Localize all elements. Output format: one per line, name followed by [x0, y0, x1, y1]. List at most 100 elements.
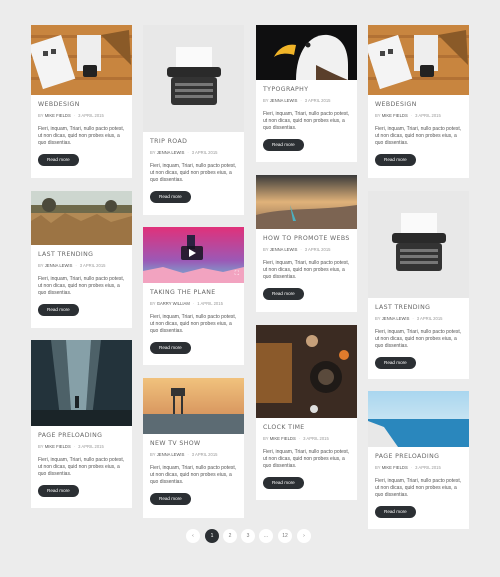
post-author[interactable]: GARRY WILLIAM	[157, 301, 190, 306]
post-card-trip-road[interactable]: TRIP ROAD BY JENNA LEWIS · 3 APRIL 2015 Fi…	[143, 25, 244, 215]
post-author[interactable]: MIKE FIELDS	[382, 113, 408, 118]
post-date: 1 APRIL 2015	[197, 301, 223, 306]
page-12-button[interactable]: 12	[278, 529, 292, 543]
dark-street-image	[31, 340, 132, 426]
prev-page-button[interactable]: ‹	[186, 529, 200, 543]
post-excerpt: Fieri, inquam, Triari, nullo pacto potes…	[375, 478, 462, 499]
post-card-taking-the-plane[interactable]: ⛶ TAKING THE PLANE BY GARRY WILLIAM · 1 AP…	[143, 227, 244, 365]
post-meta: BY JENNA LEWIS · 3 APRIL 2015	[150, 150, 218, 155]
read-more-button[interactable]: Read more	[150, 342, 191, 354]
read-more-button[interactable]: Read more	[150, 493, 191, 505]
post-thumbnail[interactable]	[368, 191, 469, 298]
post-date: 3 APRIL 2015	[415, 113, 441, 118]
post-title[interactable]: NEW TV SHOW	[150, 440, 237, 449]
post-date: 3 APRIL 2015	[416, 316, 443, 321]
post-author[interactable]: MIKE FIELDS	[270, 436, 296, 441]
page-3-button[interactable]: 3	[241, 529, 255, 543]
post-card-webdesign-2[interactable]: WEBDESIGN BY MIKE FIELDS · 3 APRIL 2015 Fi…	[368, 25, 469, 178]
play-button[interactable]	[181, 246, 203, 260]
post-author[interactable]: JENNA LEWIS	[157, 150, 185, 155]
post-title[interactable]: WEBDESIGN	[38, 101, 125, 110]
seaside-image	[368, 391, 469, 447]
post-thumbnail[interactable]	[256, 25, 357, 80]
page-2-button[interactable]: 2	[223, 529, 237, 543]
post-author[interactable]: JENNA LEWIS	[45, 263, 73, 268]
post-meta: BY MIKE FIELDS · 3 APRIL 2015	[375, 113, 441, 118]
post-title[interactable]: WEBDESIGN	[375, 101, 462, 110]
post-author[interactable]: MIKE FIELDS	[45, 444, 71, 449]
pagination-ellipsis: ...	[259, 529, 273, 543]
read-more-button[interactable]: Read more	[375, 154, 416, 166]
wooden-table-image	[256, 325, 357, 418]
post-thumbnail[interactable]	[256, 325, 357, 418]
post-author[interactable]: MIKE FIELDS	[382, 465, 408, 470]
post-thumbnail[interactable]	[31, 191, 132, 245]
post-author[interactable]: JENNA LEWIS	[270, 98, 298, 103]
beach-surfboard-image	[256, 175, 357, 229]
post-meta: BY JENNA LEWIS · 3 APRIL 2015	[38, 263, 106, 268]
post-date: 3 APRIL 2015	[78, 113, 104, 118]
read-more-button[interactable]: Read more	[38, 485, 79, 497]
post-excerpt: Fieri, inquam, Triari, nullo pacto potes…	[38, 126, 125, 147]
typewriter-image	[143, 25, 244, 132]
typewriter-image	[368, 191, 469, 298]
post-title[interactable]: PAGE PRELOADING	[375, 453, 462, 462]
read-more-button[interactable]: Read more	[375, 506, 416, 518]
read-more-button[interactable]: Read more	[375, 357, 416, 369]
post-meta: BY JENNA LEWIS · 3 APRIL 2015	[263, 247, 331, 252]
post-thumbnail[interactable]	[368, 25, 469, 95]
post-card-how-to-promote-website[interactable]: HOW TO PROMOTE WEBSITE? BY JENNA LEWIS·3…	[256, 175, 357, 312]
post-card-typography[interactable]: TYPOGRAPHY BY JENNA LEWIS · 3 APRIL 2015 F…	[256, 25, 357, 162]
post-thumbnail[interactable]	[368, 391, 469, 447]
post-author[interactable]: JENNA LEWIS	[270, 247, 298, 252]
next-page-button[interactable]: ›	[297, 529, 311, 543]
post-excerpt: Fieri, inquam, Triari, nullo pacto potes…	[263, 260, 350, 281]
post-card-last-trending[interactable]: LAST TRENDING BY JENNA LEWIS · 3 APRIL 201…	[31, 191, 132, 328]
post-excerpt: Fieri, inquam, Triari, nullo pacto potes…	[38, 457, 125, 478]
post-meta: BY MIKE FIELDS · 3 APRIL 2015	[263, 436, 329, 441]
post-title[interactable]: LAST TRENDING	[375, 304, 462, 313]
post-title[interactable]: LAST TRENDING	[38, 251, 125, 260]
post-excerpt: Fieri, inquam, Triari, nullo pacto potes…	[375, 329, 462, 350]
post-excerpt: Fieri, inquam, Triari, nullo pacto potes…	[38, 276, 125, 297]
post-card-clock-time[interactable]: CLOCK TIME BY MIKE FIELDS · 3 APRIL 2015 F…	[256, 325, 357, 500]
post-title[interactable]: TAKING THE PLANE	[150, 289, 237, 298]
post-author[interactable]: JENNA LEWIS	[157, 452, 185, 457]
post-thumbnail[interactable]	[143, 25, 244, 132]
post-video-thumbnail[interactable]: ⛶	[143, 227, 244, 283]
read-more-button[interactable]: Read more	[150, 191, 191, 203]
post-thumbnail[interactable]	[31, 340, 132, 426]
post-card-last-trending-2[interactable]: LAST TRENDING BY JENNA LEWIS · 3 APRIL 201…	[368, 191, 469, 379]
read-more-button[interactable]: Read more	[38, 154, 79, 166]
post-card-webdesign[interactable]: WEBDESIGN BY MIKE FIELDS · 3 APRIL 2015 Fi…	[31, 25, 132, 178]
expand-icon[interactable]: ⛶	[235, 271, 239, 278]
post-card-new-tv-show[interactable]: NEW TV SHOW BY JENNA LEWIS · 3 APRIL 2015 …	[143, 378, 244, 518]
post-date: 3 APRIL 2015	[304, 247, 331, 252]
post-meta: BY JENNA LEWIS · 3 APRIL 2015	[150, 452, 218, 457]
post-author[interactable]: JENNA LEWIS	[382, 316, 410, 321]
post-thumbnail[interactable]	[143, 378, 244, 434]
post-title[interactable]: TRIP ROAD	[150, 138, 237, 147]
read-more-button[interactable]: Read more	[263, 139, 304, 151]
page-1-button[interactable]: 1	[205, 529, 219, 543]
post-author[interactable]: MIKE FIELDS	[45, 113, 71, 118]
post-card-page-preloading-2[interactable]: PAGE PRELOADING BY MIKE FIELDS · 3 APRIL 2…	[368, 391, 469, 529]
post-date: 3 APRIL 2015	[79, 263, 106, 268]
post-meta: BY GARRY WILLIAM · 1 APRIL 2015	[150, 301, 223, 306]
read-more-button[interactable]: Read more	[263, 288, 304, 300]
post-excerpt: Fieri, inquam, Triari, nullo pacto potes…	[150, 314, 237, 335]
post-meta: BY MIKE FIELDS · 3 APRIL 2015	[375, 465, 441, 470]
post-excerpt: Fieri, inquam, Triari, nullo pacto potes…	[375, 126, 462, 147]
post-title[interactable]: HOW TO PROMOTE WEBSITE?	[263, 235, 350, 244]
read-more-button[interactable]: Read more	[38, 304, 79, 316]
post-thumbnail[interactable]	[256, 175, 357, 229]
read-more-button[interactable]: Read more	[263, 477, 304, 489]
post-date: 3 APRIL 2015	[191, 150, 218, 155]
post-date: 3 APRIL 2015	[415, 465, 441, 470]
desk-flatlay-image	[31, 25, 132, 95]
post-thumbnail[interactable]	[31, 25, 132, 95]
post-title[interactable]: PAGE PRELOADING	[38, 432, 125, 441]
post-card-page-preloading[interactable]: PAGE PRELOADING BY MIKE FIELDS · 3 APRIL 2…	[31, 340, 132, 508]
post-title[interactable]: CLOCK TIME	[263, 424, 350, 433]
post-title[interactable]: TYPOGRAPHY	[263, 86, 350, 95]
